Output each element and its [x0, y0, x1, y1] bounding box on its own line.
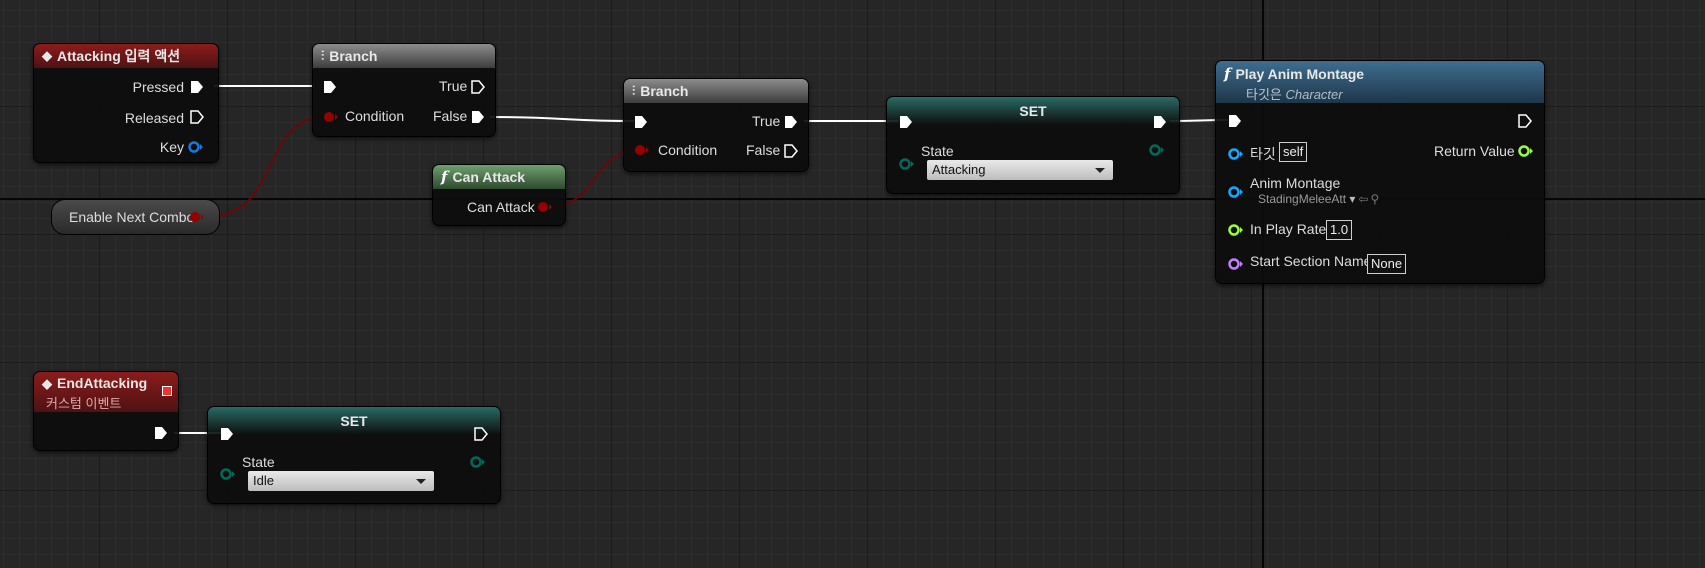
exec-in-pin[interactable]: [323, 80, 337, 94]
node-title: SET: [340, 413, 368, 429]
state-enum-out-pin[interactable]: [470, 455, 486, 469]
function-icon: f: [441, 168, 448, 186]
true-pin-label: True: [752, 113, 781, 129]
branch-node-1[interactable]: ⫶ Branch True Condition False: [312, 43, 496, 137]
set-state-idle-node[interactable]: SET State Idle: [207, 406, 501, 504]
state-enum-out-pin[interactable]: [1149, 143, 1165, 157]
condition-pin-label: Condition: [658, 142, 718, 158]
true-exec-pin[interactable]: [784, 115, 798, 129]
play-rate-label: In Play Rate: [1250, 221, 1327, 237]
released-exec-pin[interactable]: [190, 110, 204, 124]
state-label: State: [921, 143, 954, 159]
enable-next-combo-bool-pin[interactable]: [189, 210, 205, 224]
function-icon: f: [1224, 65, 1231, 83]
exec-in-pin[interactable]: [220, 427, 234, 441]
node-title: Can Attack: [452, 169, 526, 185]
delegate-pin[interactable]: [162, 386, 172, 396]
state-dropdown[interactable]: Attacking: [927, 160, 1113, 180]
node-title: Branch: [329, 48, 378, 64]
chevron-down-icon: [416, 479, 426, 484]
can-attack-function-node[interactable]: f Can Attack Can Attack: [432, 164, 566, 226]
chevron-down-icon: ▾: [1346, 192, 1356, 206]
set-state-attacking-node[interactable]: SET State Attacking: [886, 96, 1180, 194]
play-rate-float-pin[interactable]: [1228, 223, 1244, 237]
state-dropdown[interactable]: Idle: [248, 471, 434, 491]
can-attack-bool-pin[interactable]: [537, 200, 553, 214]
branch-node-2[interactable]: ⫶ Branch True Condition False: [623, 78, 809, 172]
start-section-label: Start Section Name: [1250, 253, 1372, 269]
state-enum-in-pin[interactable]: [220, 467, 236, 481]
state-dropdown-value: Attacking: [932, 162, 986, 177]
target-label: 타깃: [1250, 146, 1276, 162]
variable-label: Enable Next Combo: [69, 209, 195, 225]
target-class: Character: [1285, 87, 1343, 102]
diamond-event-icon: ◆: [42, 376, 52, 391]
branch-icon: ⫶: [632, 83, 636, 98]
anim-montage-asset-picker[interactable]: StadingMeleeAtt ▾ ⇦ ⚲: [1258, 192, 1379, 206]
use-selected-arrow-icon[interactable]: ⇦: [1358, 192, 1368, 206]
anim-montage-asset-name: StadingMeleeAtt: [1258, 192, 1347, 206]
false-exec-pin[interactable]: [471, 110, 485, 124]
bool-wire: [209, 115, 329, 217]
released-pin-label: Released: [124, 110, 184, 126]
node-title: EndAttacking: [57, 375, 148, 391]
condition-bool-pin[interactable]: [634, 143, 650, 157]
diamond-event-icon: ◆: [42, 48, 52, 63]
exec-in-pin[interactable]: [899, 115, 913, 129]
chevron-down-icon: [1095, 168, 1105, 173]
state-label: State: [242, 454, 275, 470]
play-anim-montage-node[interactable]: f Play Anim Montage 타깃은 Character 타깃 self…: [1215, 60, 1545, 284]
node-title: SET: [1019, 103, 1047, 119]
pressed-exec-pin[interactable]: [190, 80, 204, 94]
browse-search-icon[interactable]: ⚲: [1370, 192, 1379, 206]
pressed-pin-label: Pressed: [132, 79, 184, 95]
node-title: Branch: [640, 83, 689, 99]
attacking-input-action-node[interactable]: ◆ Attacking 입력 액션 Pressed Released Key: [33, 43, 219, 163]
anim-montage-label: Anim Montage: [1250, 175, 1341, 191]
exec-in-pin[interactable]: [634, 115, 648, 129]
key-pin-label: Key: [159, 139, 184, 155]
target-value-field[interactable]: self: [1279, 142, 1308, 162]
state-enum-in-pin[interactable]: [899, 157, 915, 171]
target-object-pin[interactable]: [1228, 147, 1244, 161]
can-attack-output-label: Can Attack: [467, 199, 535, 215]
false-exec-pin[interactable]: [784, 144, 798, 158]
false-pin-label: False: [433, 108, 468, 124]
exec-out-pin[interactable]: [1153, 115, 1167, 129]
node-title: Play Anim Montage: [1235, 66, 1365, 82]
state-dropdown-value: Idle: [253, 473, 274, 488]
exec-out-pin[interactable]: [1518, 114, 1532, 128]
key-struct-pin[interactable]: [188, 140, 204, 154]
play-rate-value-field[interactable]: 1.0: [1326, 220, 1353, 240]
false-pin-label: False: [746, 142, 781, 158]
true-exec-pin[interactable]: [471, 80, 485, 94]
start-section-value-field[interactable]: None: [1367, 254, 1407, 274]
true-pin-label: True: [439, 78, 468, 94]
branch-icon: ⫶: [321, 48, 325, 63]
node-title: Attacking 입력 액션: [57, 48, 181, 64]
condition-pin-label: Condition: [345, 108, 405, 124]
return-value-float-pin[interactable]: [1518, 144, 1534, 158]
start-section-name-pin[interactable]: [1228, 257, 1244, 271]
target-prefix: 타깃은: [1246, 87, 1282, 102]
condition-bool-pin[interactable]: [323, 110, 339, 124]
exec-in-pin[interactable]: [1228, 114, 1242, 128]
node-subtitle: 커스텀 이벤트: [46, 396, 122, 411]
end-attacking-custom-event-node[interactable]: ◆ EndAttacking 커스텀 이벤트: [33, 371, 179, 451]
exec-wire: [489, 116, 635, 122]
return-value-label: Return Value: [1434, 143, 1515, 159]
anim-montage-object-pin[interactable]: [1228, 185, 1244, 199]
exec-out-pin[interactable]: [154, 426, 168, 440]
exec-out-pin[interactable]: [474, 427, 488, 441]
enable-next-combo-getter[interactable]: Enable Next Combo: [51, 199, 220, 235]
